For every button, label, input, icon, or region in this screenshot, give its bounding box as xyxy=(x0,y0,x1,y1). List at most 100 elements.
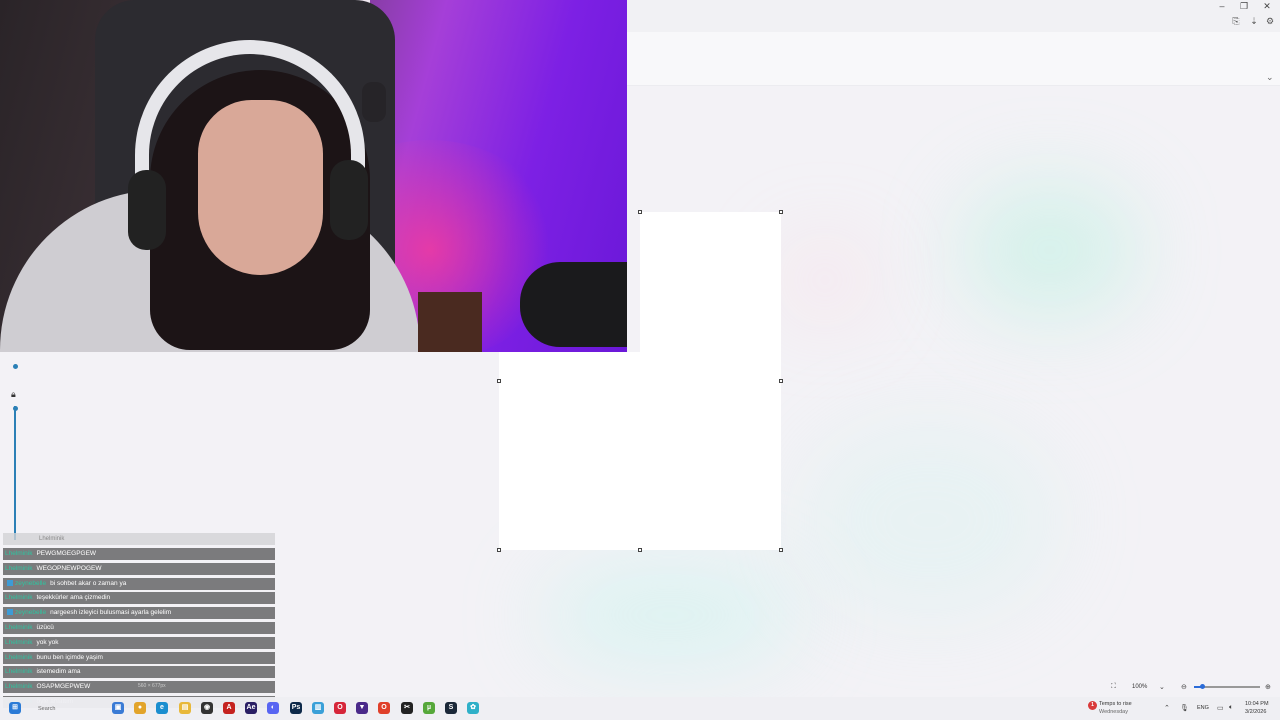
chat-message: zeynebelle bi sohbet akar o zaman ya xyxy=(3,577,275,590)
background-glow xyxy=(540,560,800,670)
opera-icon[interactable]: O xyxy=(334,702,346,714)
vertical-slider[interactable] xyxy=(14,406,16,540)
ae-icon[interactable]: Ae xyxy=(245,702,257,714)
title-bar: – ❐ ✕ ⎘ ⇣ ⚙ xyxy=(627,0,1280,32)
slider-dot[interactable] xyxy=(13,364,18,369)
chat-username: Lhelminik xyxy=(5,653,33,661)
chat-username: zeynebelle xyxy=(15,579,47,587)
capcut-icon[interactable]: ✂ xyxy=(401,702,413,714)
background-glow xyxy=(780,240,870,320)
weather-badge: 1 xyxy=(1088,701,1097,710)
resize-handle[interactable] xyxy=(638,210,642,214)
chat-text: nargeesh izleyici bulusmasi ayarla gelel… xyxy=(50,609,172,617)
webcam-overlay xyxy=(0,0,627,352)
zoom-in-icon[interactable]: ⊕ xyxy=(1265,683,1271,691)
steam-icon[interactable]: S xyxy=(445,702,457,714)
chat-text: istemedim ama xyxy=(36,668,81,676)
background-glow xyxy=(800,420,1060,620)
chat-message: Lhelminik üzücü xyxy=(3,622,275,634)
chat-header: Lhelminik xyxy=(3,533,275,545)
zoom-slider-knob[interactable] xyxy=(1200,684,1205,689)
restore-icon[interactable]: ❐ xyxy=(1233,0,1255,12)
headphone-cup xyxy=(128,170,166,250)
resize-handle[interactable] xyxy=(497,379,501,383)
ribbon-toolbar xyxy=(627,32,1280,86)
search-input[interactable]: Search xyxy=(38,706,55,712)
chevron-down-icon[interactable]: ⌄ xyxy=(1159,683,1165,691)
share-icon[interactable]: ⎘ xyxy=(1229,16,1243,27)
chat-username: zeynebelle xyxy=(15,609,47,617)
office-icon[interactable]: O xyxy=(378,702,390,714)
canvas-area[interactable] xyxy=(499,352,781,550)
ps-icon[interactable]: Ps xyxy=(290,702,302,714)
chat-text: yok yok xyxy=(36,638,59,646)
clock-time[interactable]: 10:04 PM xyxy=(1245,701,1269,707)
chat-username: Lhelminik xyxy=(5,638,33,646)
chat-message: Lhelminik PEWGMGEGPGEW xyxy=(3,548,275,560)
chat-text: bunu ben içimde yaşim xyxy=(36,653,103,661)
chat-text: OSAPMGEPWEW xyxy=(36,683,91,691)
folder-icon[interactable]: ▤ xyxy=(179,702,191,714)
chat-message: Lhelminik yok yok xyxy=(3,636,275,649)
zoom-out-icon[interactable]: ⊖ xyxy=(1181,683,1187,691)
editor-icon[interactable]: ✿ xyxy=(467,702,479,714)
download-icon[interactable]: ⇣ xyxy=(1247,16,1261,27)
microphone xyxy=(520,262,627,347)
lock-icon[interactable]: 🔒︎ xyxy=(11,389,16,400)
chevron-up-icon[interactable]: ⌃ xyxy=(1164,704,1170,712)
utorrent-icon[interactable]: µ xyxy=(423,702,435,714)
weather-line[interactable]: Temps to rise xyxy=(1099,701,1132,707)
settings-icon[interactable]: ⚙ xyxy=(1263,16,1277,27)
explorer-icon[interactable]: ▣ xyxy=(112,702,124,714)
chat-username: Lhelminik xyxy=(5,594,33,602)
mic-arm xyxy=(362,82,386,122)
edge-icon[interactable]: e xyxy=(156,702,168,714)
poster xyxy=(418,292,482,352)
minimize-icon[interactable]: – xyxy=(1211,0,1233,12)
vpn-icon[interactable]: ▼ xyxy=(356,702,368,714)
chat-username: Lhelminik xyxy=(5,550,33,557)
slider-knob[interactable] xyxy=(13,406,18,411)
size-readout: 560 × 677px xyxy=(138,683,166,689)
background-glow xyxy=(960,180,1140,320)
headphone-cup xyxy=(330,160,368,240)
weather-day: Wednesday xyxy=(1099,709,1128,715)
chat-username: Lhelminik xyxy=(5,683,33,691)
resize-handle[interactable] xyxy=(497,548,501,552)
taskbar xyxy=(0,697,1280,720)
chat-text: teşekkürler ama çizmedin xyxy=(36,594,111,602)
microphone-icon[interactable]: 🎙︎ xyxy=(1180,704,1189,712)
chat-username: Lhelminik xyxy=(5,564,33,572)
canvas-area[interactable] xyxy=(640,212,781,354)
chat-header-label: Lhelminik xyxy=(39,536,65,542)
chat-message: Lhelminik istemedim ama xyxy=(3,666,275,679)
acrobat-icon[interactable]: A xyxy=(223,702,235,714)
zoom-level[interactable]: 100% xyxy=(1132,684,1147,690)
collapse-ribbon-icon[interactable]: ⌄ xyxy=(1266,72,1274,83)
resize-handle[interactable] xyxy=(779,379,783,383)
chat-username: Lhelminik xyxy=(5,624,33,631)
clock-date[interactable]: 3/2/2026 xyxy=(1245,709,1266,715)
close-icon[interactable]: ✕ xyxy=(1256,0,1278,12)
language-indicator[interactable]: ENG xyxy=(1197,705,1209,711)
fit-icon[interactable]: ⛶ xyxy=(1111,683,1116,691)
resize-handle[interactable] xyxy=(638,548,642,552)
chat-username: Lhelminik xyxy=(5,668,33,676)
chat-text: üzücü xyxy=(36,624,54,631)
chat-message: zeynebelle nargeesh izleyici bulusmasi ay… xyxy=(3,607,275,620)
discord-icon[interactable]: ◐ xyxy=(267,702,279,714)
volume-icon[interactable]: 🔈︎ xyxy=(1229,704,1233,712)
chat-message: Lhelminik teşekkürler ama çizmedin xyxy=(3,592,275,605)
network-icon[interactable]: ▭ xyxy=(1217,704,1224,712)
resize-handle[interactable] xyxy=(779,210,783,214)
obs-icon[interactable]: ◉ xyxy=(201,702,213,714)
chat-message: Lhelminik WEGOPNEWPOGEW xyxy=(3,562,275,575)
app-icon[interactable]: ▥ xyxy=(312,702,324,714)
resize-handle[interactable] xyxy=(779,548,783,552)
chat-message: Lhelminik bunu ben içimde yaşim xyxy=(3,651,275,664)
start-icon[interactable]: ⊞ xyxy=(9,702,21,714)
chat-text: WEGOPNEWPOGEW xyxy=(36,564,102,572)
chat-text: bi sohbet akar o zaman ya xyxy=(50,579,127,587)
chat-text: PEWGMGEGPGEW xyxy=(36,550,97,557)
chrome-icon[interactable]: ● xyxy=(134,702,146,714)
